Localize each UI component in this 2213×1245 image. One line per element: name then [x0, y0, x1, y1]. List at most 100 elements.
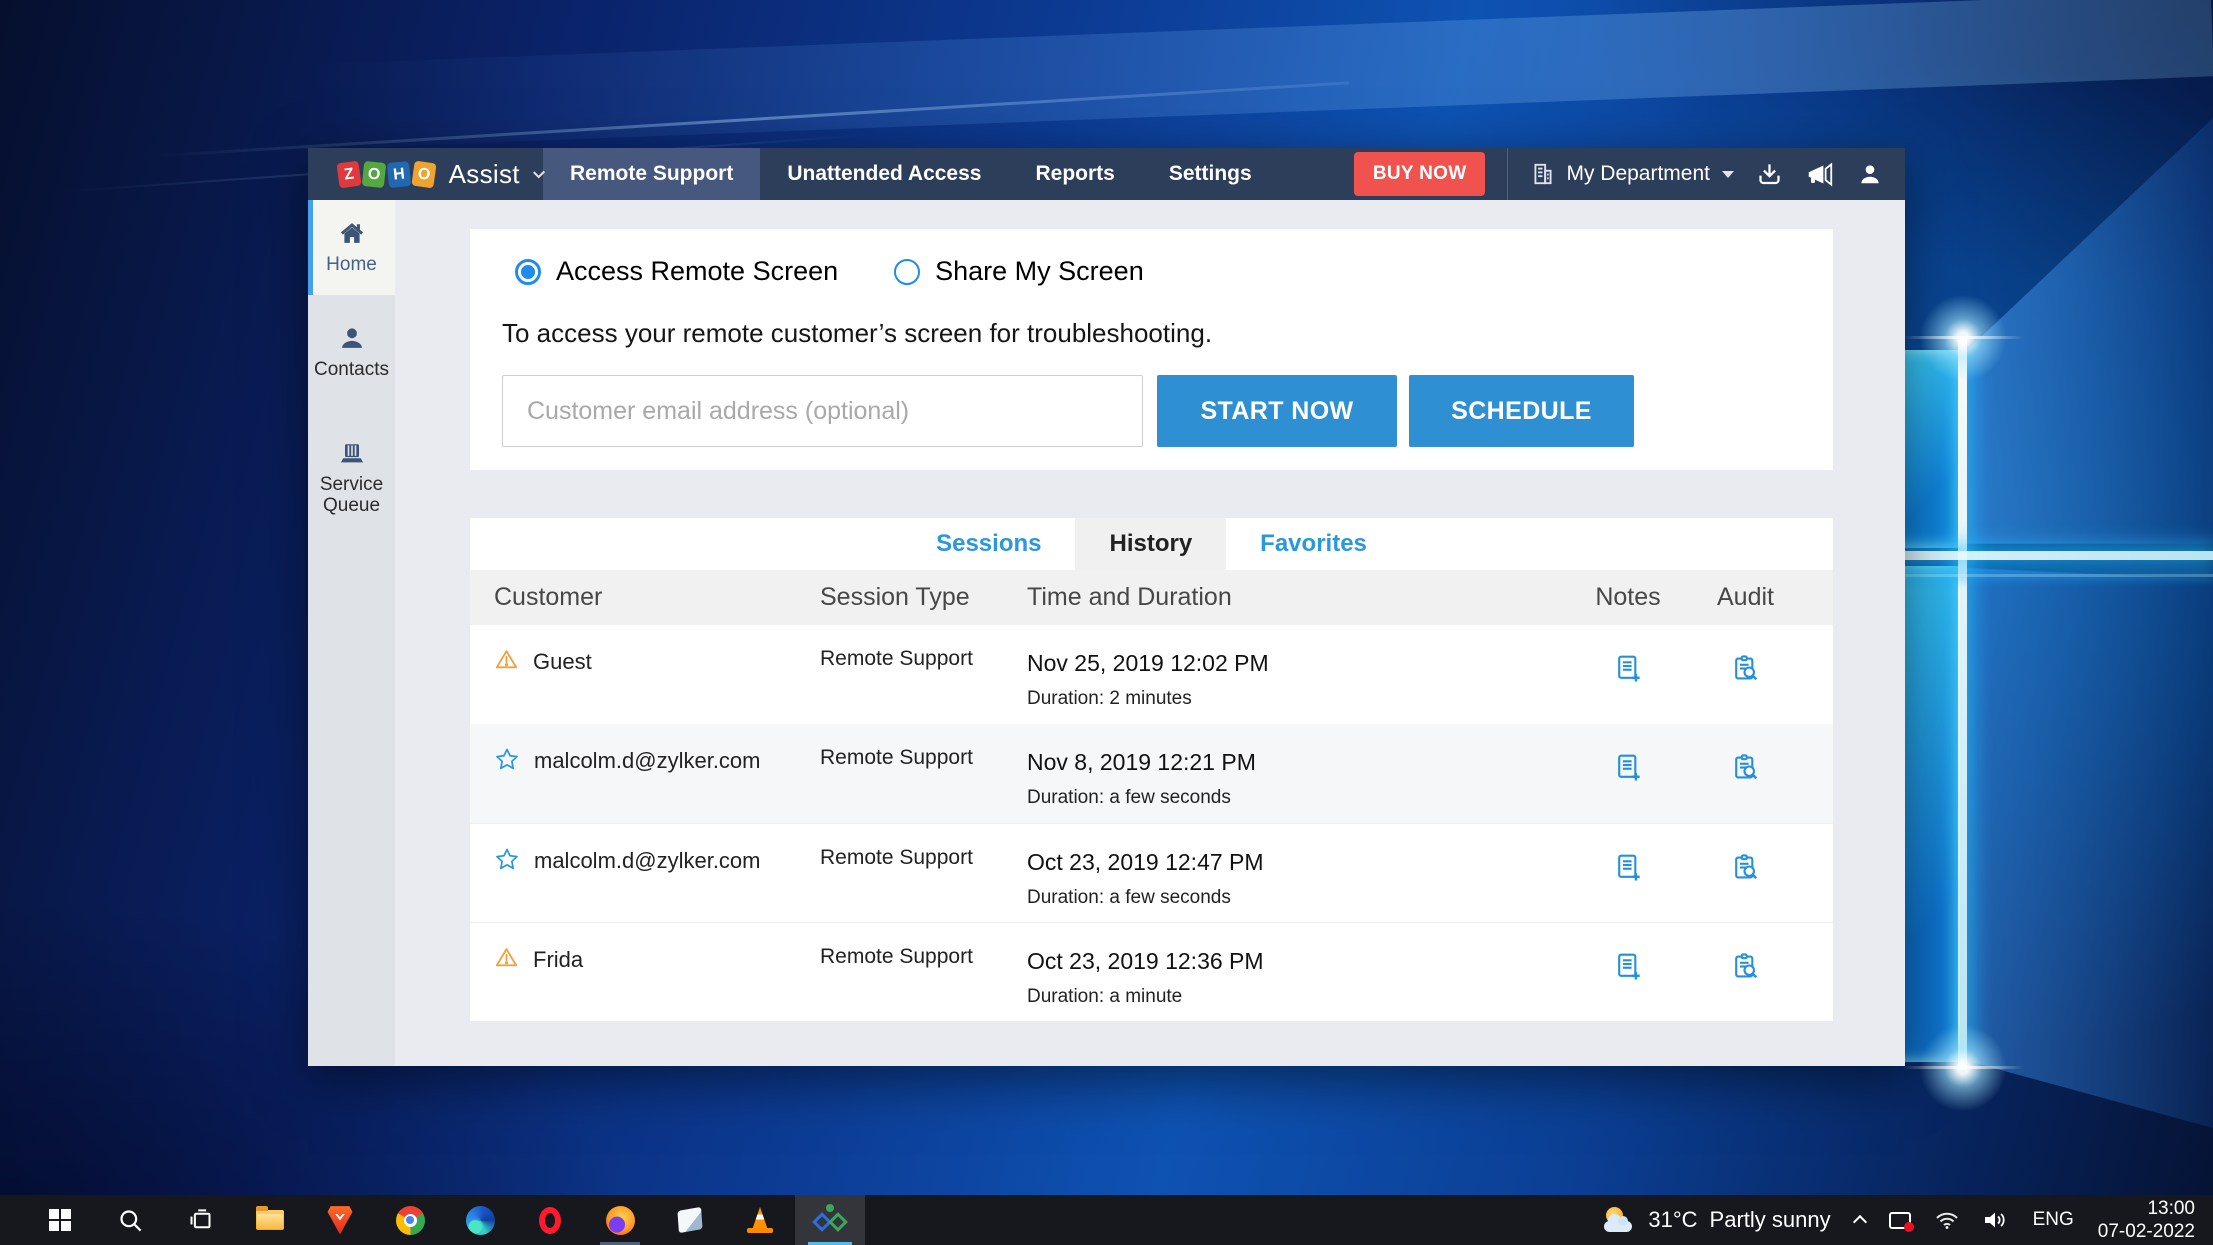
wifi-icon[interactable] — [1935, 1210, 1959, 1230]
table-row[interactable]: Frida Remote Support Oct 23, 2019 12:36 … — [470, 922, 1833, 1021]
start-button[interactable] — [25, 1195, 95, 1245]
warning-icon — [495, 650, 518, 669]
start-now-button[interactable]: START NOW — [1157, 375, 1397, 447]
radio-unselected-icon[interactable] — [894, 258, 921, 285]
windows-logo-glow — [1918, 1023, 2008, 1113]
tab-remote-support[interactable]: Remote Support — [543, 148, 761, 200]
tab-settings[interactable]: Settings — [1142, 148, 1279, 200]
radio-access-remote-screen[interactable]: Access Remote Screen — [515, 256, 838, 287]
search-icon — [119, 1209, 141, 1231]
session-time: Nov 25, 2019 12:02 PM — [1027, 650, 1269, 676]
session-type: Remote Support — [820, 945, 973, 968]
warning-icon — [495, 948, 518, 967]
session-description: To access your remote customer’s screen … — [502, 318, 1213, 348]
table-row[interactable]: malcolm.d@zylker.com Remote Support Nov … — [470, 724, 1833, 823]
notification-sync-icon[interactable] — [1888, 1211, 1914, 1232]
tab-unattended-access[interactable]: Unattended Access — [760, 148, 1008, 200]
customer-email-input[interactable] — [502, 375, 1143, 447]
tray-expand-icon[interactable] — [1852, 1214, 1867, 1230]
wallpaper-beam — [151, 81, 1349, 158]
add-note-icon[interactable] — [1613, 852, 1644, 883]
download-icon[interactable] — [1756, 161, 1783, 188]
tab-reports[interactable]: Reports — [1008, 148, 1141, 200]
wallpaper-beam — [1967, 568, 2213, 1128]
radio-label: Share My Screen — [935, 256, 1144, 286]
taskbar-zoho-assist[interactable] — [795, 1195, 865, 1245]
column-notes: Notes — [1595, 583, 1661, 611]
tab-history[interactable]: History — [1075, 518, 1227, 570]
radio-selected-icon[interactable] — [515, 258, 541, 285]
user-icon[interactable] — [1857, 161, 1883, 187]
contacts-icon — [341, 328, 362, 348]
department-selector[interactable]: My Department — [1530, 161, 1734, 187]
taskbar-sticky-notes[interactable] — [655, 1195, 725, 1245]
zoho-assist-icon — [812, 1204, 848, 1236]
desktop: Z O H O Assist Remote Support Unattended… — [0, 0, 2213, 1245]
tab-sessions[interactable]: Sessions — [902, 518, 1075, 570]
sidebar-item-label: Home — [326, 254, 377, 275]
sticky-notes-icon — [677, 1206, 703, 1234]
session-time: Oct 23, 2019 12:36 PM — [1027, 948, 1264, 974]
taskbar-search-button[interactable] — [95, 1195, 165, 1245]
session-duration: Duration: a few seconds — [1027, 887, 1231, 908]
view-audit-icon[interactable] — [1730, 852, 1761, 883]
favorite-star-icon[interactable] — [494, 746, 520, 772]
logo-tile: Z — [336, 160, 362, 188]
taskbar-edge[interactable] — [445, 1195, 515, 1245]
buy-now-button[interactable]: BUY NOW — [1353, 152, 1486, 196]
department-label: My Department — [1566, 162, 1710, 185]
add-note-icon[interactable] — [1613, 951, 1644, 982]
customer-name: malcolm.d@zylker.com — [534, 748, 761, 773]
taskbar-clock[interactable]: 13:00 07-02-2022 — [2098, 1197, 2195, 1243]
vlc-icon — [747, 1207, 773, 1233]
taskbar: 31°C Partly sunny ENG 13:00 07-02-2022 — [0, 1195, 2213, 1245]
taskbar-opera[interactable] — [515, 1195, 585, 1245]
schedule-button[interactable]: SCHEDULE — [1409, 375, 1634, 447]
view-audit-icon[interactable] — [1730, 653, 1761, 684]
add-note-icon[interactable] — [1613, 752, 1644, 783]
view-audit-icon[interactable] — [1730, 951, 1761, 982]
windows-logo-edge — [1958, 338, 1967, 1070]
favorite-star-icon[interactable] — [494, 846, 520, 872]
wallpaper-beam — [1967, 118, 2213, 544]
sidebar-item-home[interactable]: Home — [308, 200, 395, 295]
opera-icon — [539, 1206, 561, 1234]
clock-date: 07-02-2022 — [2097, 1221, 2195, 1242]
edge-icon — [465, 1205, 495, 1235]
windows-logo-glow — [1903, 1066, 2023, 1069]
session-duration: Duration: a few seconds — [1027, 787, 1231, 808]
tab-favorites[interactable]: Favorites — [1226, 518, 1401, 570]
customer-name: malcolm.d@zylker.com — [534, 848, 761, 873]
zoho-assist-window: Z O H O Assist Remote Support Unattended… — [308, 148, 1905, 1066]
task-view-button[interactable] — [165, 1195, 235, 1245]
chrome-icon — [395, 1205, 425, 1235]
session-duration: Duration: a minute — [1027, 986, 1183, 1007]
volume-icon[interactable] — [1983, 1209, 2009, 1231]
sidebar-item-contacts[interactable]: Contacts — [308, 309, 395, 396]
sidebar-item-service-queue[interactable]: Service Queue — [308, 424, 395, 532]
column-session-type: Session Type — [820, 583, 970, 611]
logo-tile: O — [361, 160, 387, 188]
organization-icon — [1530, 161, 1556, 187]
zoho-assist-logo[interactable]: Z O H O Assist — [308, 148, 545, 200]
taskbar-vlc[interactable] — [725, 1195, 795, 1245]
session-time: Nov 8, 2019 12:21 PM — [1027, 749, 1256, 775]
table-row[interactable]: Guest Remote Support Nov 25, 2019 12:02 … — [470, 625, 1833, 724]
brave-icon — [327, 1206, 353, 1235]
table-row[interactable]: malcolm.d@zylker.com Remote Support Oct … — [470, 823, 1833, 922]
view-audit-icon[interactable] — [1730, 752, 1761, 783]
customer-name: Guest — [533, 649, 592, 674]
taskbar-chrome[interactable] — [375, 1195, 445, 1245]
announcement-icon[interactable] — [1805, 161, 1835, 188]
column-time-duration: Time and Duration — [1027, 583, 1232, 611]
radio-label: Access Remote Screen — [556, 256, 839, 286]
taskbar-weather[interactable]: 31°C Partly sunny — [1602, 1207, 1831, 1233]
taskbar-brave[interactable] — [305, 1195, 375, 1245]
radio-share-my-screen[interactable]: Share My Screen — [894, 256, 1144, 287]
taskbar-file-explorer[interactable] — [235, 1195, 305, 1245]
home-icon — [340, 223, 363, 243]
add-note-icon[interactable] — [1613, 653, 1644, 684]
language-indicator[interactable]: ENG — [2033, 1209, 2074, 1231]
taskbar-firefox[interactable] — [585, 1195, 655, 1245]
partly-sunny-icon — [1602, 1207, 1636, 1233]
